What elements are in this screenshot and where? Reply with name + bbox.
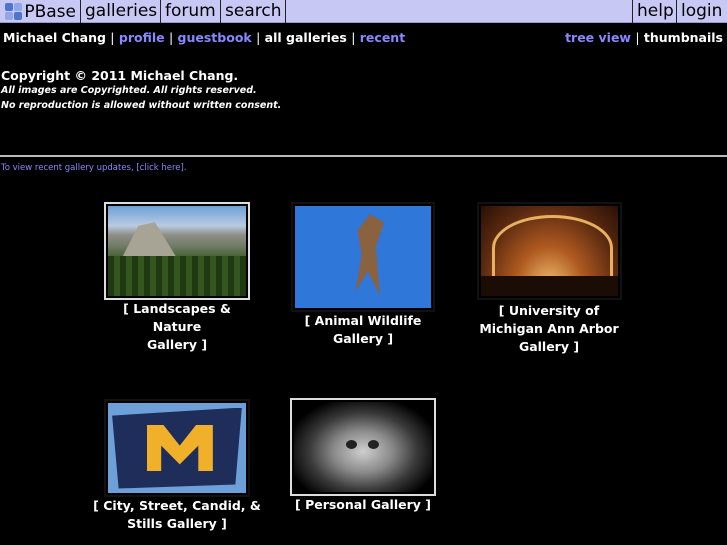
- user-navigation: Michael Chang | profile | guestbook | al…: [3, 30, 405, 45]
- pbase-logo-link[interactable]: PBase: [0, 0, 81, 23]
- gallery-thumbnail[interactable]: [291, 202, 435, 312]
- gallery-caption[interactable]: [ University of Michigan Ann Arbor Galle…: [469, 302, 629, 356]
- user-name: Michael Chang: [3, 30, 106, 45]
- gallery-thumbnail[interactable]: [477, 202, 622, 300]
- all-galleries-label: all galleries: [264, 30, 347, 45]
- landscape-thumbnail-image[interactable]: [108, 206, 246, 296]
- nav-help[interactable]: help: [632, 0, 676, 23]
- separator: |: [635, 30, 640, 45]
- brand-label: PBase: [24, 1, 76, 22]
- separator: |: [110, 30, 115, 45]
- divider: [0, 155, 727, 157]
- gallery-caption[interactable]: [ Animal Wildlife Gallery ]: [283, 312, 443, 348]
- separator: |: [351, 30, 356, 45]
- nav-search[interactable]: search: [221, 0, 286, 23]
- nav-forum[interactable]: forum: [161, 0, 221, 23]
- separator: |: [168, 30, 174, 45]
- gallery-caption[interactable]: [ City, Street, Candid, & Stills Gallery…: [92, 497, 262, 533]
- pbase-logo-icon: [4, 2, 22, 21]
- copyright-notice: All images are Copyrighted. All rights r…: [1, 85, 257, 96]
- bird-thumbnail-image[interactable]: [295, 206, 431, 308]
- gallery-thumbnail[interactable]: [290, 398, 436, 496]
- reproduction-notice: No reproduction is allowed without writt…: [1, 100, 282, 111]
- separator: |: [256, 30, 261, 45]
- recent-link[interactable]: recent: [360, 30, 405, 45]
- gallery-caption[interactable]: [ Landscapes & Nature Gallery ]: [97, 300, 257, 354]
- thumbnails-label: thumbnails: [643, 30, 723, 45]
- gallery-caption[interactable]: [ Personal Gallery ]: [283, 496, 443, 514]
- gallery-thumbnail[interactable]: [104, 399, 250, 497]
- nav-galleries[interactable]: galleries: [81, 0, 161, 23]
- view-mode-switcher: tree view | thumbnails: [565, 30, 723, 45]
- copyright-title: Copyright © 2011 Michael Chang.: [1, 68, 239, 83]
- guestbook-link[interactable]: guestbook: [178, 30, 252, 45]
- profile-link[interactable]: profile: [119, 30, 165, 45]
- top-nav-bar: PBase galleries forum search help login: [0, 0, 727, 23]
- flag-thumbnail-image[interactable]: [108, 403, 246, 493]
- cat-thumbnail-image[interactable]: [294, 402, 432, 492]
- gallery-thumbnail[interactable]: [104, 202, 250, 300]
- tree-view-link[interactable]: tree view: [565, 30, 631, 45]
- nav-login[interactable]: login: [676, 0, 727, 23]
- hall-thumbnail-image[interactable]: [481, 206, 618, 296]
- recent-updates-link[interactable]: To view recent gallery updates, [click h…: [1, 163, 187, 173]
